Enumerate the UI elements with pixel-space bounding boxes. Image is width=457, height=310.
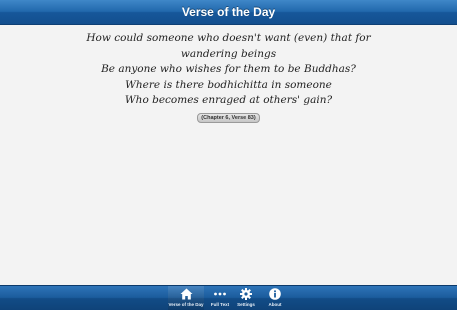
- title-bar: Verse of the Day: [0, 0, 457, 25]
- verse-line: Be anyone who wishes for them to be Budd…: [101, 63, 356, 75]
- tab-label: About: [268, 302, 282, 307]
- tab-about[interactable]: About: [258, 286, 292, 310]
- verse-reference-badge[interactable]: (Chapter 6, Verse 83): [197, 113, 260, 123]
- app-window: Verse of the Day How could someone who d…: [0, 0, 457, 310]
- page-title: Verse of the Day: [181, 5, 276, 19]
- verse-text: How could someone who doesn't want (even…: [80, 31, 377, 109]
- verse-line: Who becomes enraged at others' gain?: [124, 94, 333, 106]
- verse-line: How could someone who doesn't want (even…: [86, 32, 371, 44]
- home-icon: [168, 288, 204, 301]
- verse-line: wandering beings: [180, 47, 277, 60]
- tab-label: Verse of the Day: [168, 302, 204, 307]
- tab-bar: Verse of the Day Full Text Settings Abou…: [0, 285, 457, 310]
- tab-verse-of-the-day[interactable]: Verse of the Day: [168, 286, 204, 310]
- verse-line: Where is there bodhichitta in someone: [125, 78, 332, 91]
- info-icon: [258, 288, 292, 301]
